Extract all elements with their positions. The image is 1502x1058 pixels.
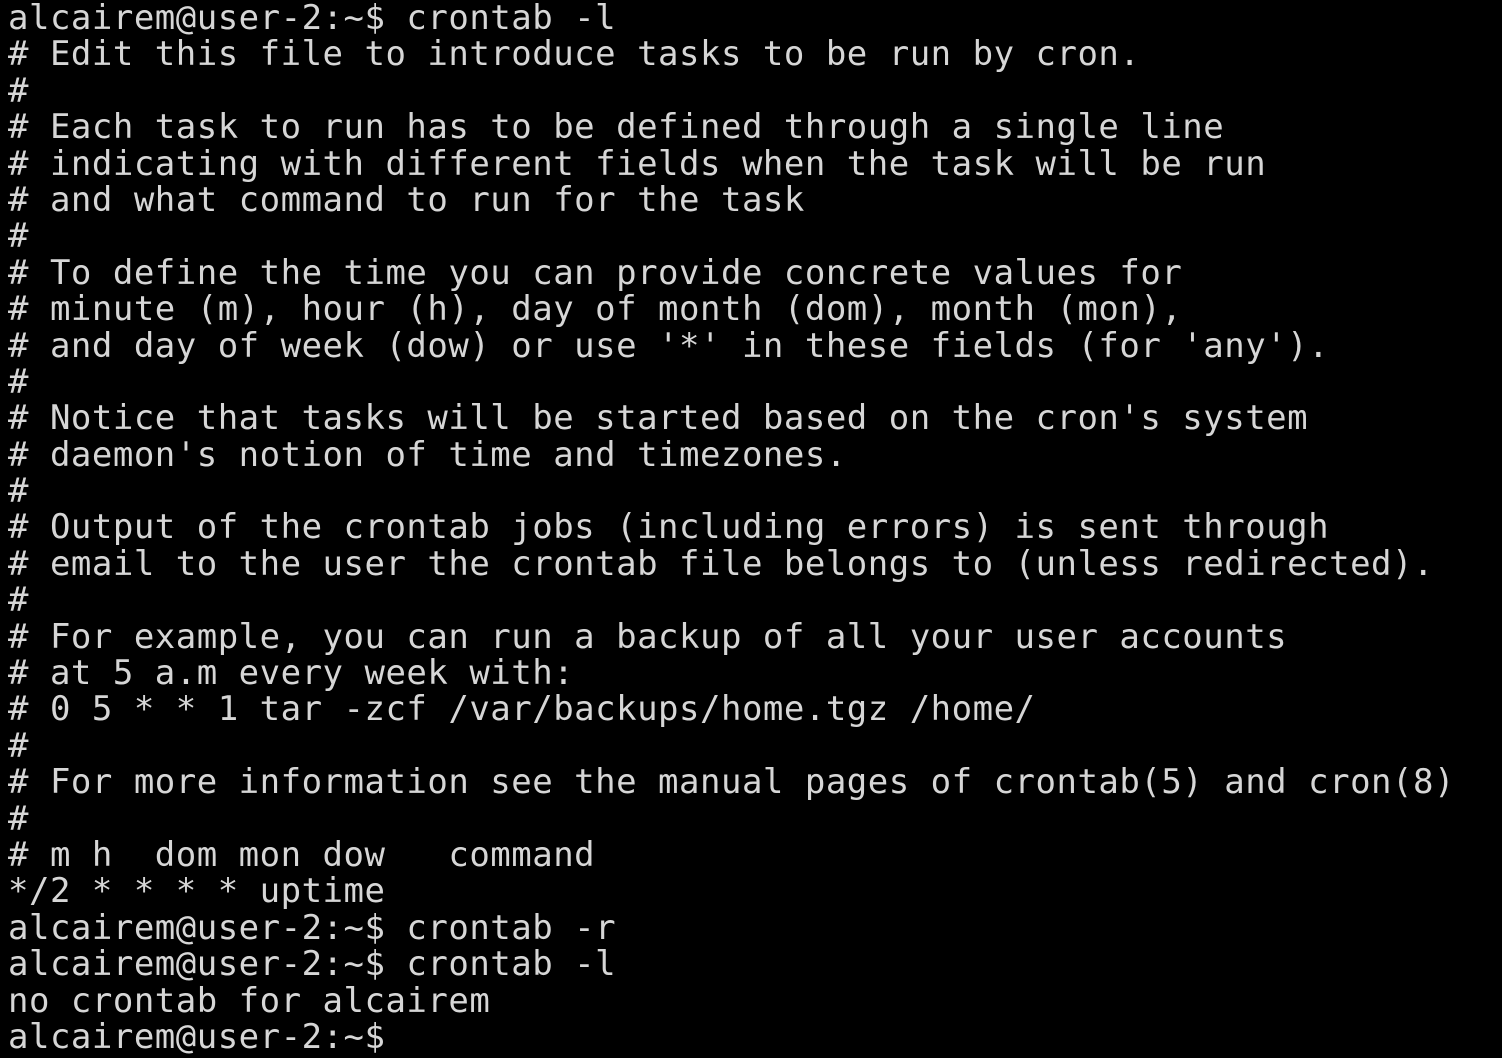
crontab-comment-line: # 0 5 * * 1 tar -zcf /var/backups/home.t… bbox=[8, 691, 1036, 728]
crontab-comment-line: # daemon's notion of time and timezones. bbox=[8, 436, 847, 474]
crontab-comment-line: # bbox=[8, 473, 29, 510]
prompt-line: alcairem@user-2:~$ crontab -r bbox=[8, 909, 617, 947]
crontab-comment-line: # Each task to run has to be defined thr… bbox=[8, 109, 1225, 146]
crontab-comment-line: # bbox=[8, 727, 29, 765]
crontab-comment-line: # minute (m), hour (h), day of month (do… bbox=[8, 291, 1183, 328]
prompt-line: alcairem@user-2:~$ crontab -l bbox=[8, 946, 617, 983]
crontab-comment-line: # and day of week (dow) or use '*' in th… bbox=[8, 327, 1330, 364]
prompt-line: alcairem@user-2:~$ crontab -l bbox=[8, 0, 617, 37]
crontab-comment-line: # Edit this file to introduce tasks to b… bbox=[8, 36, 1141, 73]
crontab-comment-line: # at 5 a.m every week with: bbox=[8, 655, 575, 692]
crontab-comment-line: # and what command to run for the task bbox=[8, 181, 805, 219]
crontab-comment-line: # bbox=[8, 800, 29, 837]
crontab-comment-line: # bbox=[8, 363, 29, 401]
crontab-comment-line: # bbox=[8, 72, 29, 110]
active-prompt-line[interactable]: alcairem@user-2:~$ bbox=[8, 1019, 1502, 1055]
crontab-header-line: # m h dom mon dow command bbox=[8, 836, 596, 874]
output-line: no crontab for alcairem bbox=[8, 982, 491, 1019]
crontab-comment-line: # Output of the crontab jobs (including … bbox=[8, 509, 1330, 546]
crontab-comment-line: # bbox=[8, 582, 29, 619]
crontab-comment-line: # indicating with different fields when … bbox=[8, 145, 1267, 182]
crontab-comment-line: # Notice that tasks will be started base… bbox=[8, 400, 1309, 437]
crontab-entry-line: */2 * * * * uptime bbox=[8, 873, 386, 910]
crontab-comment-line: # To define the time you can provide con… bbox=[8, 254, 1183, 292]
terminal-window[interactable]: alcairem@user-2:~$ crontab -l # Edit thi… bbox=[0, 0, 1502, 1058]
crontab-comment-line: # email to the user the crontab file bel… bbox=[8, 545, 1434, 583]
crontab-comment-line: # For example, you can run a backup of a… bbox=[8, 618, 1288, 656]
crontab-comment-line: # bbox=[8, 218, 29, 255]
crontab-comment-line: # For more information see the manual pa… bbox=[8, 764, 1455, 801]
